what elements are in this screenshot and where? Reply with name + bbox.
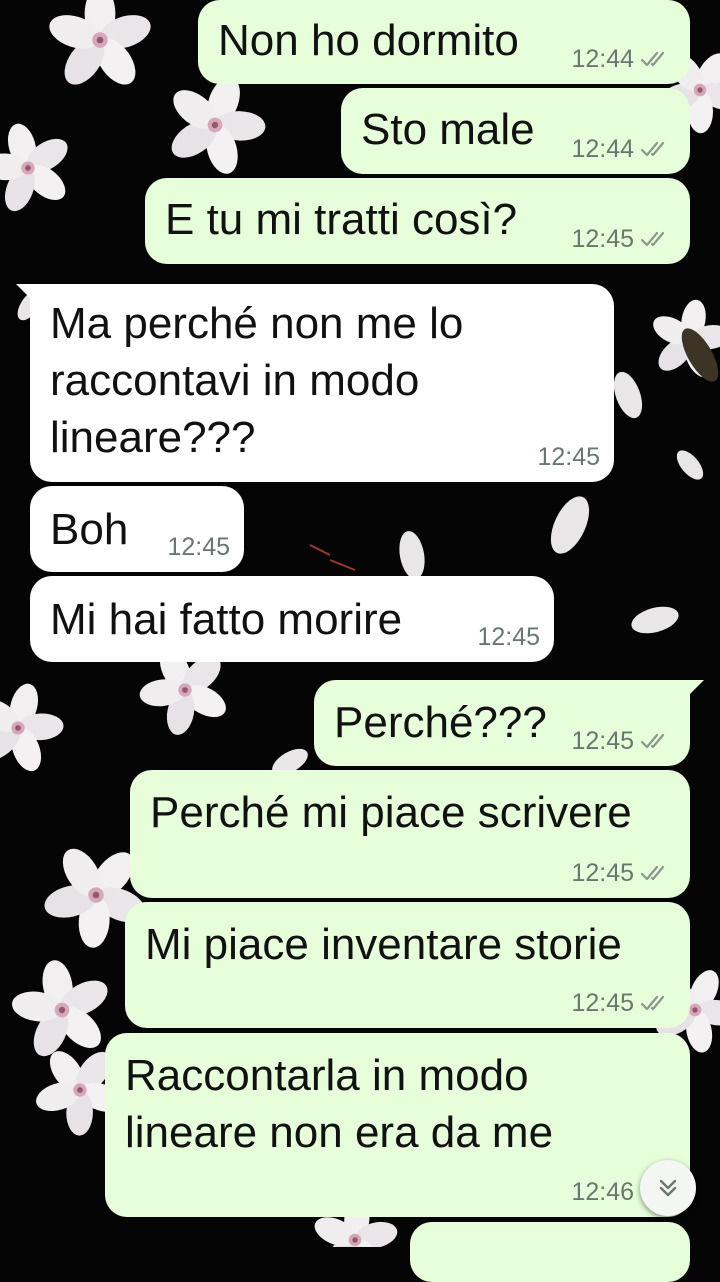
message-bubble-outgoing xyxy=(410,1222,690,1282)
message-meta: 12:45 xyxy=(537,442,600,472)
double-check-icon xyxy=(640,995,665,1011)
message-time: 12:45 xyxy=(167,533,230,561)
message-bubble-outgoing[interactable]: Perché??? 12:45 xyxy=(314,680,690,766)
message-text: Mi hai fatto morire xyxy=(50,595,403,644)
message-time: 12:45 xyxy=(537,443,600,471)
double-check-icon xyxy=(640,141,665,157)
message-text: Perché??? xyxy=(334,698,547,747)
message-text: Perché mi piace scrivere xyxy=(150,788,632,837)
double-check-icon xyxy=(640,865,665,881)
message-bubble-outgoing[interactable]: Sto male 12:44 xyxy=(341,88,690,174)
message-text: Raccontarla in modo lineare non era da m… xyxy=(125,1051,554,1157)
message-meta: 12:45 xyxy=(167,532,230,562)
message-time: 12:45 xyxy=(571,225,634,253)
double-chevron-down-icon xyxy=(659,1179,677,1197)
message-time: 12:45 xyxy=(477,623,540,651)
message-list: Non ho dormito 12:44 Sto male 12:44 E tu… xyxy=(0,0,720,1282)
message-meta: 12:45 xyxy=(571,726,670,756)
scroll-to-bottom-button[interactable] xyxy=(640,1160,696,1216)
message-meta: 12:46 xyxy=(571,1177,634,1207)
message-text: Non ho dormito xyxy=(218,16,519,65)
message-time: 12:44 xyxy=(571,135,634,163)
message-time: 12:45 xyxy=(571,727,634,755)
message-meta: 12:45 xyxy=(571,988,670,1018)
message-text: E tu mi tratti così? xyxy=(165,195,518,244)
message-meta: 12:44 xyxy=(571,134,670,164)
message-meta: 12:45 xyxy=(571,858,670,888)
message-bubble-outgoing[interactable]: E tu mi tratti così? 12:45 xyxy=(145,178,690,264)
message-bubble-incoming[interactable]: Boh 12:45 xyxy=(30,486,244,572)
message-meta: 12:45 xyxy=(477,622,540,652)
message-time: 12:44 xyxy=(571,45,634,73)
message-text: Ma perché non me lo raccontavi in modo l… xyxy=(50,299,464,462)
message-bubble-outgoing[interactable]: Perché mi piace scrivere 12:45 xyxy=(130,770,690,898)
message-bubble-incoming[interactable]: Ma perché non me lo raccontavi in modo l… xyxy=(30,284,614,482)
double-check-icon xyxy=(640,231,665,247)
message-time: 12:46 xyxy=(571,1178,634,1206)
message-bubble-outgoing[interactable]: Non ho dormito 12:44 xyxy=(198,0,690,84)
message-bubble-incoming[interactable]: Mi hai fatto morire 12:45 xyxy=(30,576,554,662)
message-time: 12:45 xyxy=(571,859,634,887)
double-check-icon xyxy=(640,51,665,67)
message-text: Boh xyxy=(50,505,129,554)
message-text: Mi piace inventare storie xyxy=(145,920,622,969)
message-meta: 12:45 xyxy=(571,224,670,254)
message-bubble-outgoing[interactable]: Mi piace inventare storie 12:45 xyxy=(125,902,690,1028)
double-check-icon xyxy=(640,733,665,749)
message-time: 12:45 xyxy=(571,989,634,1017)
message-text: Sto male xyxy=(361,105,535,154)
message-meta: 12:44 xyxy=(571,44,670,74)
message-bubble-outgoing[interactable]: Raccontarla in modo lineare non era da m… xyxy=(105,1033,690,1217)
